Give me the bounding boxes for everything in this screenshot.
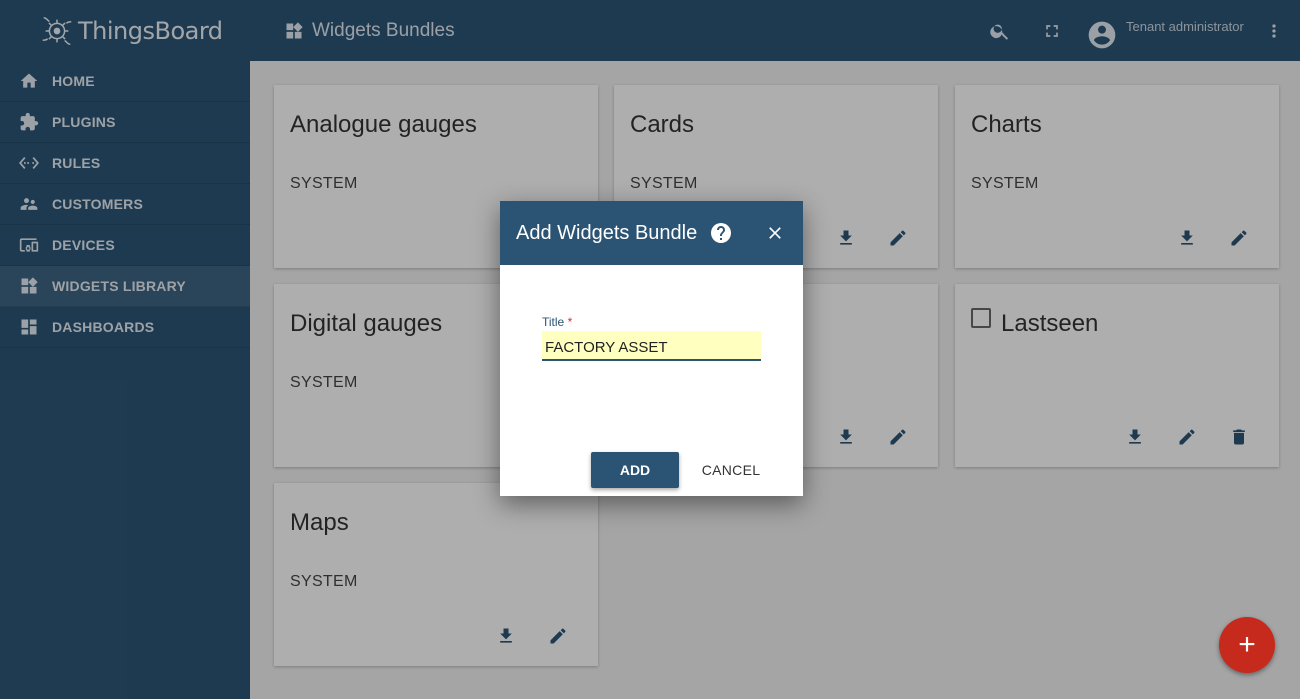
title-field: Title * [542, 315, 761, 361]
title-field-label: Title * [542, 315, 761, 329]
help-button[interactable] [709, 221, 733, 245]
close-icon [769, 227, 781, 239]
dialog-title: Add Widgets Bundle [516, 221, 698, 244]
dialog-header: Add Widgets Bundle [500, 201, 803, 265]
add-button[interactable]: ADD [591, 452, 679, 488]
add-widgets-bundle-dialog: Add Widgets Bundle Title * ADD CANCEL [500, 201, 803, 496]
plus-icon: + [1238, 628, 1256, 661]
close-button[interactable] [763, 221, 787, 245]
add-bundle-fab[interactable]: + [1219, 617, 1275, 673]
required-mark: * [567, 315, 573, 329]
title-input[interactable] [542, 331, 761, 361]
title-label-text: Title [542, 315, 565, 329]
cancel-button[interactable]: CANCEL [690, 452, 772, 488]
help-icon [711, 223, 732, 243]
